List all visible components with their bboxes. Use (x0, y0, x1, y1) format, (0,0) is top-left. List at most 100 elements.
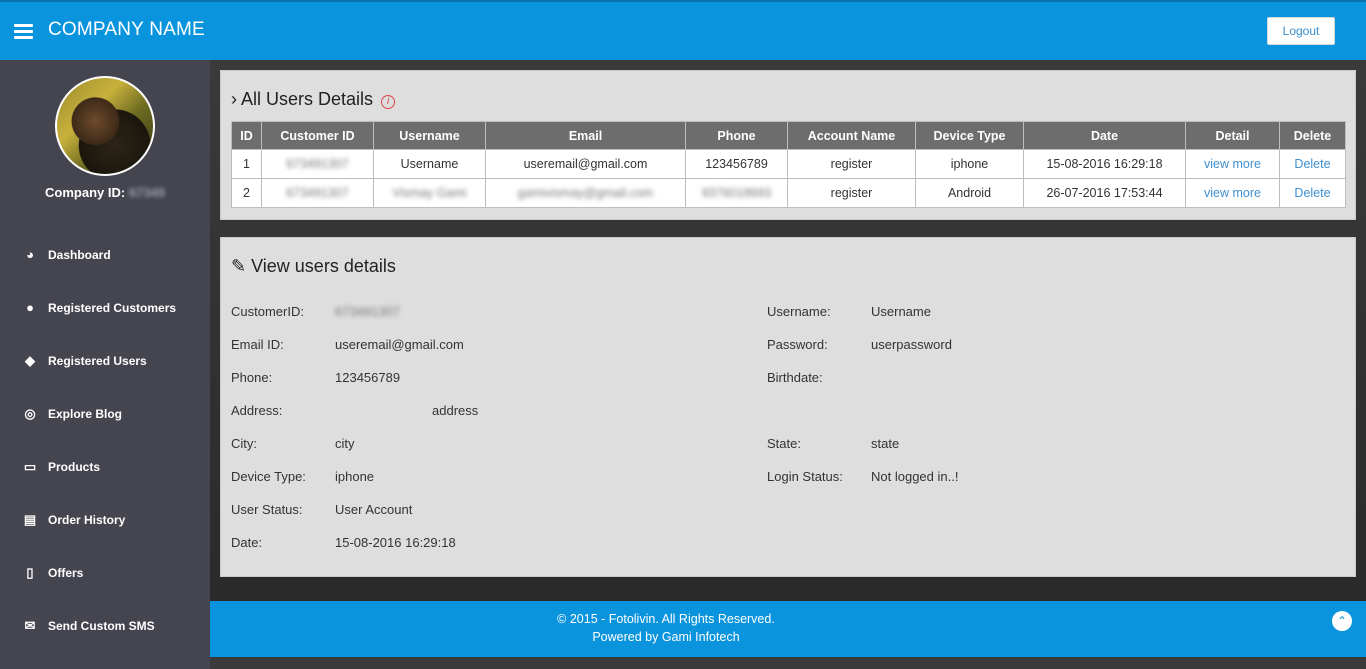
delete-link[interactable]: Delete (1294, 157, 1330, 171)
delete-link[interactable]: Delete (1294, 186, 1330, 200)
cell-username: Vismay Gami (373, 178, 486, 208)
hamburger-icon[interactable] (14, 24, 33, 39)
detail-label: Username: (767, 304, 831, 319)
sidebar-item-label: Registered Customers (48, 300, 177, 315)
column-header[interactable]: Account Name (787, 121, 916, 150)
detail-label: Email ID: (231, 337, 284, 352)
cell-account-name: register (787, 149, 916, 179)
sidebar-nav: ◕ Dashboard ● Registered Customers ◆ Register… (0, 228, 210, 652)
column-header[interactable]: Date (1023, 121, 1186, 150)
sidebar-item-label: Order History (48, 512, 126, 527)
detail-value: 15-08-2016 16:29:18 (335, 535, 456, 550)
detail-value: User Account (335, 502, 413, 517)
view-more-link[interactable]: view more (1204, 186, 1261, 200)
cell-text: 673491307 (286, 186, 349, 200)
cell-text: Username (400, 157, 459, 171)
sidebar-item-label: Dashboard (48, 247, 111, 262)
cell-phone: 123456789 (685, 149, 788, 179)
view-details-title: ✎ View users details (231, 256, 396, 277)
column-header[interactable]: Device Type (915, 121, 1024, 150)
cell-text: 26-07-2016 17:53:44 (1046, 186, 1163, 200)
column-header[interactable]: Phone (685, 121, 788, 150)
compass-icon: ◎ (24, 405, 36, 421)
envelope-icon: ✉ (24, 617, 36, 633)
sidebar-item-label: Products (48, 459, 101, 474)
sidebar-item-products[interactable]: ▭ Products (0, 440, 210, 493)
cell-date: 15-08-2016 16:29:18 (1023, 149, 1186, 179)
cell-detail[interactable]: view more (1185, 149, 1280, 179)
cell-phone: 9376018693 (685, 178, 788, 208)
table-body: 1 673491307 Username useremail@gmail.com 123… (231, 149, 1346, 208)
product-icon: ▭ (23, 458, 37, 474)
cell-date: 26-07-2016 17:53:44 (1023, 178, 1186, 208)
column-header[interactable]: Detail (1185, 121, 1280, 150)
sidebar-item-explore-blog[interactable]: ◎ Explore Blog (0, 387, 210, 440)
cell-text: Vismay Gami (392, 186, 467, 200)
sidebar: Company ID: 67349 ◕ Dashboard ● Registered … (0, 60, 210, 669)
cell-email: useremail@gmail.com (485, 149, 686, 179)
footer-powered-by: Powered by Gami Infotech (592, 630, 740, 644)
cell-text: 1 (243, 157, 250, 171)
all-users-panel: › All Users Details i ID Customer ID Usern… (220, 70, 1356, 220)
detail-value: iphone (335, 469, 375, 484)
column-header[interactable]: Customer ID (261, 121, 374, 150)
sidebar-item-label: Registered Users (48, 353, 147, 368)
view-details-panel: ✎ View users details CustomerID: 67349130… (220, 237, 1356, 577)
sidebar-item-registered-users[interactable]: ◆ Registered Users (0, 334, 210, 387)
cell-text: 673491307 (286, 157, 349, 171)
all-users-title-text: All Users Details (241, 89, 374, 109)
cell-text: gamivismay@gmail.com (517, 186, 654, 200)
users-table: ID Customer ID Username Email Phone Account N… (231, 121, 1346, 208)
cell-detail[interactable]: view more (1185, 178, 1280, 208)
view-more-link[interactable]: view more (1204, 157, 1261, 171)
scroll-top-icon[interactable]: ⌃ (1332, 611, 1352, 631)
cell-text: register (830, 157, 873, 171)
detail-label: Date: (231, 535, 263, 550)
detail-value: Username (871, 304, 931, 319)
sidebar-item-send-custom-sms[interactable]: ✉ Send Custom SMS (0, 599, 210, 652)
detail-label: User Status: (231, 502, 303, 517)
sidebar-item-label: Explore Blog (48, 406, 123, 421)
cell-text: 9376018693 (701, 186, 772, 200)
sidebar-item-registered-customers[interactable]: ● Registered Customers (0, 281, 210, 334)
detail-label: Password: (767, 337, 828, 352)
sidebar-item-label: Send Custom SMS (48, 618, 155, 633)
sidebar-item-order-history[interactable]: ▤ Order History (0, 493, 210, 546)
table-row: 2 673491307 Vismay Gami gamivismay@gmail.co… (231, 178, 1346, 208)
cell-id: 2 (231, 178, 262, 208)
cell-delete[interactable]: Delete (1279, 149, 1346, 179)
logout-button[interactable]: Logout (1267, 17, 1335, 45)
cell-text: Android (947, 186, 992, 200)
detail-value: useremail@gmail.com (335, 337, 464, 352)
column-header[interactable]: Email (485, 121, 686, 150)
users-icon: ◆ (25, 352, 35, 368)
column-header[interactable]: ID (231, 121, 262, 150)
detail-label: Birthdate: (767, 370, 823, 385)
detail-value: state (871, 436, 900, 451)
footer-copyright: © 2015 - Fotolivin. All Rights Reserved. (557, 612, 775, 626)
sidebar-item-dashboard[interactable]: ◕ Dashboard (0, 228, 210, 281)
info-icon[interactable]: i (381, 95, 396, 109)
avatar (55, 76, 155, 176)
column-header[interactable]: Delete (1279, 121, 1346, 150)
cell-account-name: register (787, 178, 916, 208)
detail-value: Not logged in..! (871, 469, 959, 484)
cell-text: 15-08-2016 16:29:18 (1046, 157, 1163, 171)
detail-value: userpassword (871, 337, 952, 352)
dashboard-icon: ◕ (26, 247, 34, 262)
details-right-column: Username: Username Password: userpassword Bi… (767, 304, 1287, 504)
company-id-value: 67349 (128, 185, 165, 200)
detail-label: Address: (231, 403, 283, 418)
edit-icon: ✎ (231, 256, 247, 276)
cell-username: Username (373, 149, 486, 179)
cell-delete[interactable]: Delete (1279, 178, 1346, 208)
detail-label: Phone: (231, 370, 273, 385)
bottom-strip (210, 657, 1366, 669)
table-header-row: ID Customer ID Username Email Phone Account N… (231, 121, 1346, 150)
cell-text: 2 (243, 186, 250, 200)
column-header[interactable]: Username (373, 121, 486, 150)
cell-text: iphone (950, 157, 989, 171)
sidebar-item-offers[interactable]: ▯ Offers (0, 546, 210, 599)
cell-text: 123456789 (705, 157, 768, 171)
detail-value: 123456789 (335, 370, 401, 385)
